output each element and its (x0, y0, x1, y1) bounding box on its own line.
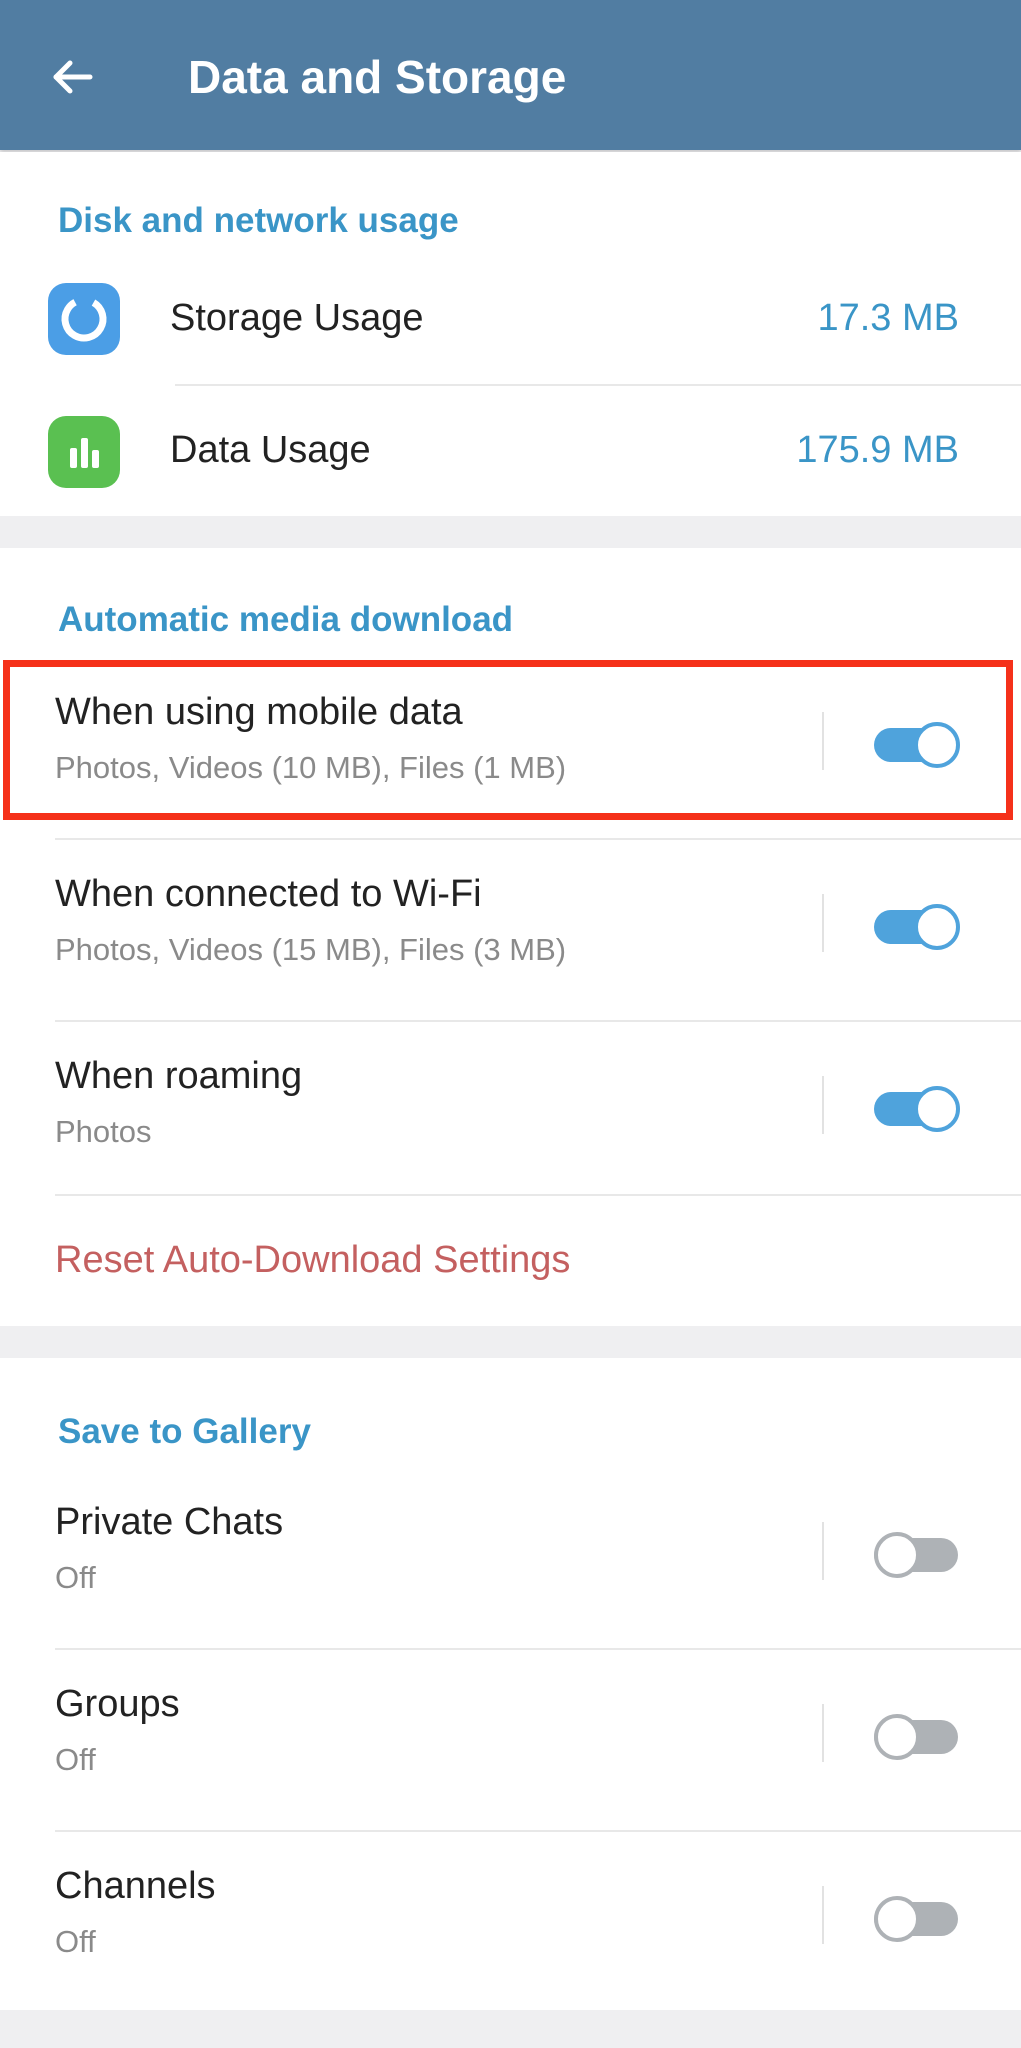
row-title: When connected to Wi-Fi (55, 873, 482, 915)
toggle-knob (874, 1714, 920, 1760)
toggle-knob (914, 722, 960, 768)
vertical-separator (822, 1704, 824, 1762)
back-button[interactable] (40, 45, 104, 109)
wifi-row[interactable]: When connected to Wi-Fi Photos, Videos (… (0, 840, 1021, 1020)
auto-download-section: Automatic media download When using mobi… (0, 548, 1021, 1326)
mobile-data-row[interactable]: When using mobile data Photos, Videos (1… (0, 658, 1021, 838)
row-subtitle: Photos (55, 1114, 152, 1149)
vertical-separator (822, 1076, 824, 1134)
channels-row[interactable]: Channels Off (0, 1832, 1021, 2012)
toggle-knob (874, 1896, 920, 1942)
data-usage-value: 175.9 MB (796, 429, 959, 471)
storage-pie-icon (48, 283, 120, 355)
row-title: Groups (55, 1683, 180, 1725)
divider (55, 1194, 1021, 1196)
section-header-disk: Disk and network usage (58, 201, 459, 240)
row-title: Channels (55, 1865, 216, 1907)
row-title: When roaming (55, 1055, 303, 1097)
reset-auto-download-button[interactable]: Reset Auto-Download Settings (55, 1236, 570, 1284)
toggle-knob (914, 1086, 960, 1132)
toggle-knob (914, 904, 960, 950)
app-bar: Data and Storage (0, 0, 1021, 150)
groups-row[interactable]: Groups Off (0, 1650, 1021, 1830)
groups-toggle[interactable] (874, 1710, 964, 1764)
roaming-toggle[interactable] (874, 1082, 964, 1136)
row-title: Private Chats (55, 1501, 284, 1543)
row-subtitle: Off (55, 1742, 96, 1777)
storage-usage-value: 17.3 MB (817, 297, 959, 339)
vertical-separator (822, 894, 824, 952)
private-chats-toggle[interactable] (874, 1528, 964, 1582)
disk-usage-section: Disk and network usage Storage Usage 17.… (0, 152, 1021, 516)
data-usage-label: Data Usage (170, 429, 371, 471)
channels-toggle[interactable] (874, 1892, 964, 1946)
bar-chart-icon (48, 416, 120, 488)
wifi-toggle[interactable] (874, 900, 964, 954)
row-title: When using mobile data (55, 691, 463, 733)
vertical-separator (822, 1522, 824, 1580)
row-subtitle: Off (55, 1924, 96, 1959)
save-to-gallery-section: Save to Gallery Private Chats Off Groups… (0, 1358, 1021, 2010)
row-subtitle: Photos, Videos (10 MB), Files (1 MB) (55, 750, 567, 785)
roaming-row[interactable]: When roaming Photos (0, 1022, 1021, 1202)
vertical-separator (822, 712, 824, 770)
section-header-auto-download: Automatic media download (58, 600, 514, 639)
data-usage-row[interactable]: Data Usage 175.9 MB (0, 384, 1021, 514)
row-subtitle: Photos, Videos (15 MB), Files (3 MB) (55, 932, 567, 967)
page-title: Data and Storage (188, 51, 567, 103)
toggle-knob (874, 1532, 920, 1578)
row-subtitle: Off (55, 1560, 96, 1595)
storage-usage-row[interactable]: Storage Usage 17.3 MB (0, 252, 1021, 382)
storage-usage-label: Storage Usage (170, 297, 424, 339)
mobile-data-toggle[interactable] (874, 718, 964, 772)
arrow-left-icon (53, 60, 93, 94)
section-header-gallery: Save to Gallery (58, 1412, 311, 1451)
vertical-separator (822, 1886, 824, 1944)
private-chats-row[interactable]: Private Chats Off (0, 1468, 1021, 1648)
